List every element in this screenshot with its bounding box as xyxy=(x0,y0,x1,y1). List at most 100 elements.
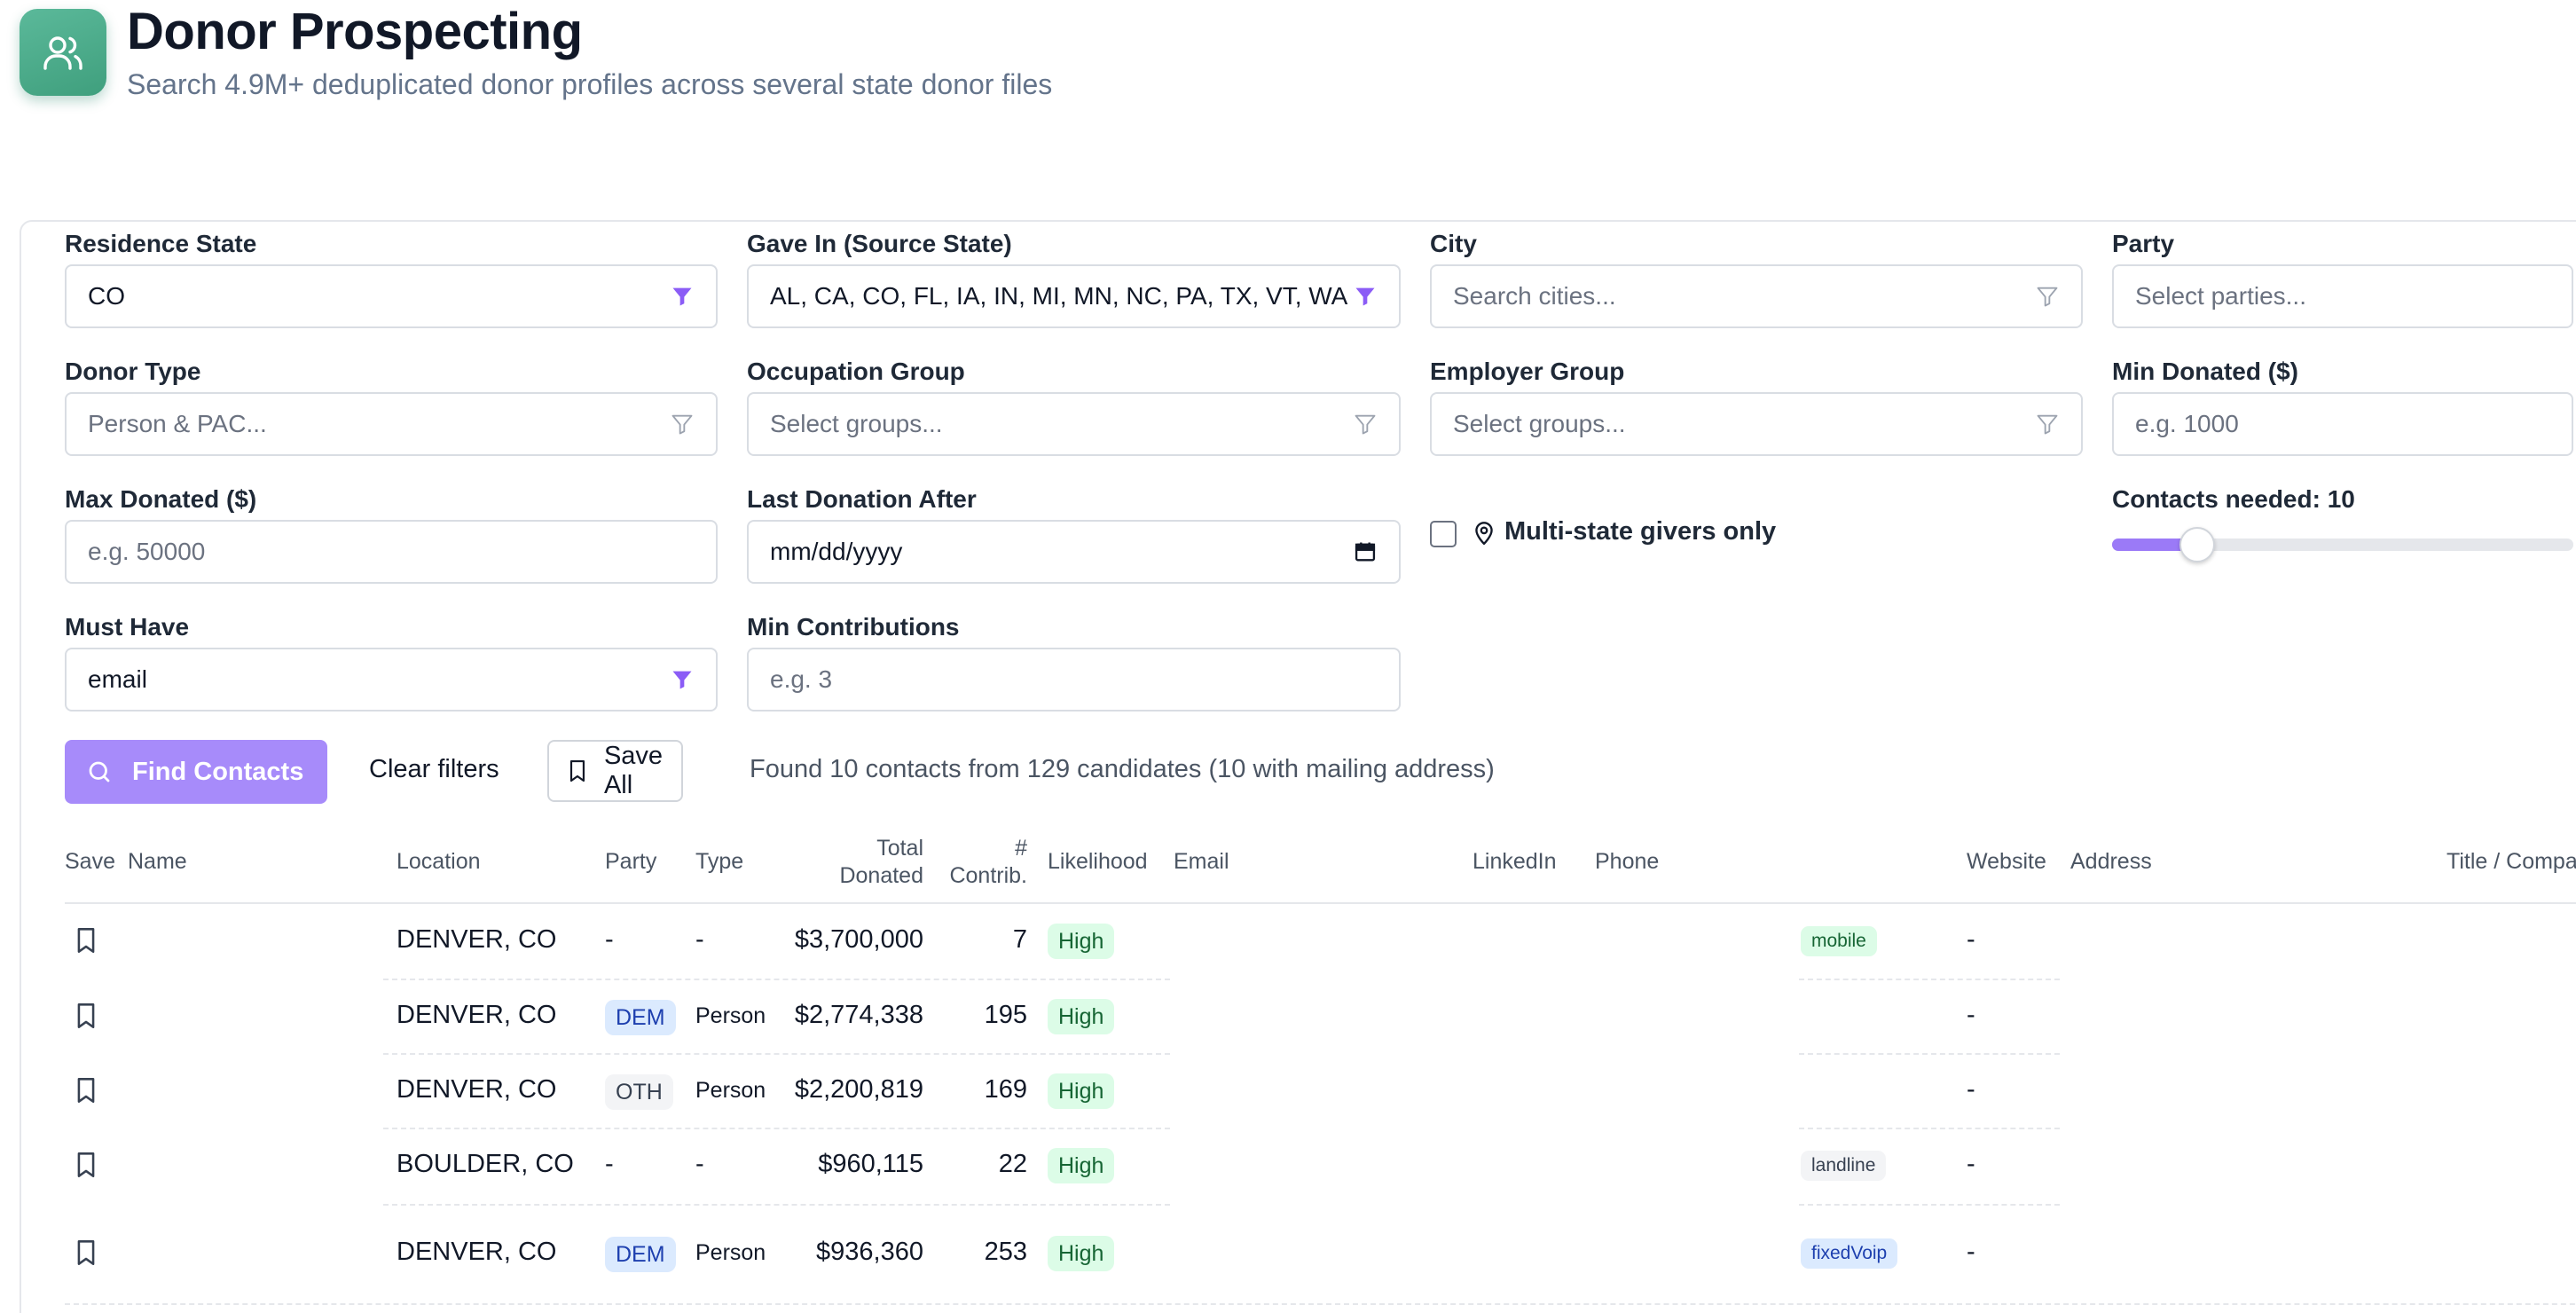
likelihood-badge: High xyxy=(1048,924,1115,959)
col-location[interactable]: Location xyxy=(397,849,481,875)
type-cell: - xyxy=(695,925,704,954)
filter-icon xyxy=(1355,414,1376,435)
total-donated-cell: $2,200,819 xyxy=(794,1075,923,1104)
party-cell: - xyxy=(605,1150,614,1178)
col-contributions[interactable]: # Contrib. xyxy=(931,835,1027,891)
row-separator xyxy=(383,1053,1170,1055)
table-header-divider xyxy=(65,902,2576,904)
col-save: Save xyxy=(65,849,115,874)
bookmark-icon[interactable] xyxy=(75,1152,98,1178)
row-separator xyxy=(1799,1053,2060,1055)
col-contrib-line2: Contrib. xyxy=(949,863,1027,889)
phone-type-badge: fixedVoip xyxy=(1801,1238,1898,1269)
col-total-donated[interactable]: Total Donated xyxy=(798,835,923,891)
app-logo xyxy=(20,9,106,96)
result-status: Found 10 contacts from 129 candidates (1… xyxy=(750,755,1495,783)
multi-state-label: Multi-state givers only xyxy=(1504,517,1777,546)
filter-icon xyxy=(671,414,693,435)
likelihood-badge: High xyxy=(1048,999,1115,1034)
residence-state-select[interactable]: CO xyxy=(65,264,718,328)
total-donated-cell: $960,115 xyxy=(818,1150,923,1178)
total-donated-cell: $936,360 xyxy=(816,1238,923,1266)
max-donated-label: Max Donated ($) xyxy=(65,485,257,513)
likelihood-badge: High xyxy=(1048,1148,1115,1183)
bookmark-icon[interactable] xyxy=(75,1239,98,1266)
filter-icon xyxy=(672,671,692,689)
must-have-label: Must Have xyxy=(65,613,190,641)
party-cell: - xyxy=(605,925,614,954)
contacts-slider-thumb[interactable] xyxy=(2179,527,2215,562)
row-separator xyxy=(383,978,1170,980)
row-separator xyxy=(1799,1203,2060,1206)
bookmark-icon[interactable] xyxy=(75,927,98,954)
party-select[interactable]: Select parties... xyxy=(2112,264,2573,328)
col-total-line2: Donated xyxy=(839,863,923,889)
bookmark-icon[interactable] xyxy=(75,1002,98,1029)
calendar-icon[interactable] xyxy=(1353,539,1378,564)
col-name[interactable]: Name xyxy=(128,849,187,875)
col-type[interactable]: Type xyxy=(695,849,743,875)
website-cell: - xyxy=(1967,1150,1975,1178)
donor-type-select[interactable]: Person & PAC... xyxy=(65,392,718,456)
website-cell: - xyxy=(1967,1238,1975,1266)
gave-in-label: Gave In (Source State) xyxy=(747,230,1012,257)
map-pin-icon xyxy=(1475,521,1493,545)
save-all-button[interactable]: Save All xyxy=(547,740,683,802)
city-placeholder: Search cities... xyxy=(1453,282,1616,310)
clear-filters-button[interactable]: Clear filters xyxy=(369,755,499,784)
location-cell: DENVER, CO xyxy=(397,1001,557,1029)
col-address[interactable]: Address xyxy=(2070,849,2152,875)
min-donated-input[interactable]: e.g. 1000 xyxy=(2112,392,2573,456)
col-phone[interactable]: Phone xyxy=(1595,849,1659,875)
gave-in-select[interactable]: AL, CA, CO, FL, IA, IN, MI, MN, NC, PA, … xyxy=(747,264,1401,328)
contacts-needed-label: Contacts needed: 10 xyxy=(2112,485,2355,513)
bookmark-icon xyxy=(569,759,585,782)
row-separator xyxy=(383,1128,1170,1129)
contributions-cell: 7 xyxy=(1012,925,1027,954)
users-icon xyxy=(43,36,82,70)
col-party[interactable]: Party xyxy=(605,849,656,875)
website-cell: - xyxy=(1967,1075,1975,1104)
row-separator xyxy=(383,1203,1170,1206)
min-contributions-input[interactable]: e.g. 3 xyxy=(747,648,1401,712)
contributions-cell: 22 xyxy=(998,1150,1027,1178)
party-placeholder: Select parties... xyxy=(2135,282,2306,310)
location-cell: DENVER, CO xyxy=(397,1238,557,1266)
row-separator xyxy=(1799,978,2060,980)
party-badge: DEM xyxy=(605,1000,676,1035)
occupation-group-placeholder: Select groups... xyxy=(770,410,943,437)
find-contacts-button[interactable]: Find Contacts xyxy=(65,740,327,804)
col-linkedin[interactable]: LinkedIn xyxy=(1473,849,1557,875)
col-likelihood[interactable]: Likelihood xyxy=(1048,849,1148,875)
type-cell: - xyxy=(695,1150,704,1178)
party-label: Party xyxy=(2112,230,2175,257)
col-total-line1: Total xyxy=(876,836,923,861)
city-search-input[interactable]: Search cities... xyxy=(1430,264,2083,328)
city-label: City xyxy=(1430,230,1477,257)
residence-state-value: CO xyxy=(88,282,125,310)
last-donation-date-input[interactable]: mm/dd/yyyy xyxy=(747,520,1401,584)
contributions-cell: 253 xyxy=(984,1238,1027,1266)
occupation-group-label: Occupation Group xyxy=(747,358,965,385)
col-website[interactable]: Website xyxy=(1967,849,2046,875)
filter-icon xyxy=(1355,287,1375,306)
min-donated-placeholder: e.g. 1000 xyxy=(2135,410,2239,437)
max-donated-placeholder: e.g. 50000 xyxy=(88,538,206,565)
page-subtitle: Search 4.9M+ deduplicated donor profiles… xyxy=(127,68,1053,100)
col-email[interactable]: Email xyxy=(1174,849,1229,875)
max-donated-input[interactable]: e.g. 50000 xyxy=(65,520,718,584)
gave-in-value: AL, CA, CO, FL, IA, IN, MI, MN, NC, PA, … xyxy=(770,282,1348,310)
location-cell: DENVER, CO xyxy=(397,1075,557,1104)
website-cell: - xyxy=(1967,1001,1975,1029)
employer-group-placeholder: Select groups... xyxy=(1453,410,1626,437)
bookmark-icon[interactable] xyxy=(75,1077,98,1104)
min-donated-label: Min Donated ($) xyxy=(2112,358,2298,385)
col-title-company[interactable]: Title / Company xyxy=(2446,849,2576,875)
occupation-group-select[interactable]: Select groups... xyxy=(747,392,1401,456)
employer-group-select[interactable]: Select groups... xyxy=(1430,392,2083,456)
website-cell: - xyxy=(1967,925,1975,954)
multi-state-checkbox[interactable] xyxy=(1430,521,1457,547)
phone-type-badge: mobile xyxy=(1801,926,1877,956)
must-have-select[interactable]: email xyxy=(65,648,718,712)
filter-icon xyxy=(2037,414,2058,435)
